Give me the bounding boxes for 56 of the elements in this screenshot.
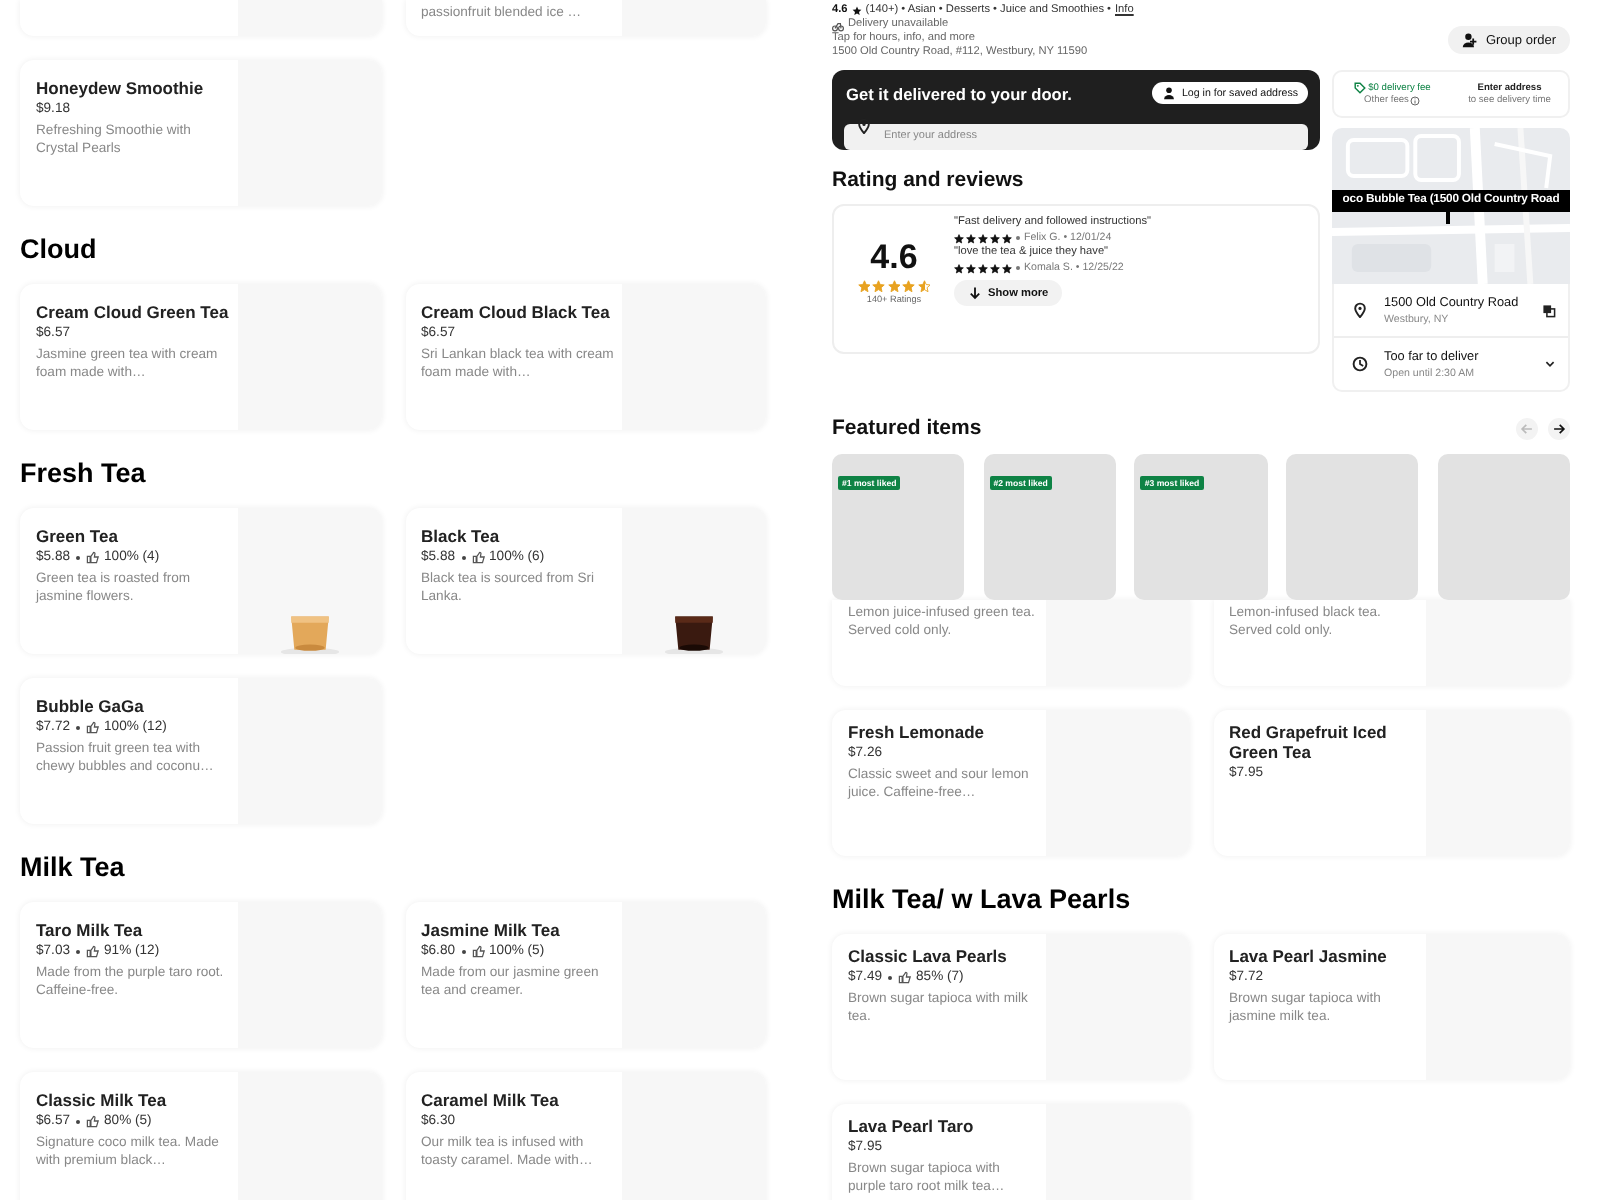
section-heading: Milk Tea/ w Lava Pearls xyxy=(832,882,1133,916)
item-name: Lava Pearl Jasmine xyxy=(1229,946,1389,966)
thumbs-up-icon xyxy=(86,550,101,564)
chevron-down-icon xyxy=(1544,358,1556,370)
thumbs-up-icon xyxy=(471,944,486,958)
section-heading: Fresh Tea xyxy=(20,456,148,490)
featured-item-tile[interactable] xyxy=(1437,454,1570,600)
location-pin-icon xyxy=(1352,302,1368,318)
copy-icon xyxy=(1542,303,1556,317)
rating-score: 4.6 xyxy=(870,237,918,278)
next-button[interactable] xyxy=(1548,418,1570,440)
item-name: Red Grapefruit Iced Green Tea xyxy=(1229,722,1389,762)
item-name: Bubble GaGa xyxy=(36,696,146,716)
thumbs-up-icon xyxy=(86,944,101,958)
tag-icon xyxy=(1354,82,1367,94)
info-icon xyxy=(1410,96,1421,106)
separator-dot xyxy=(76,555,81,559)
arrow-down-icon xyxy=(968,286,982,300)
thumbs-up-icon xyxy=(471,550,486,564)
item-name: Honeydew Smoothie xyxy=(36,78,206,98)
item-name: Classic Milk Tea xyxy=(36,1090,169,1110)
item-name: Classic Lava Pearls xyxy=(848,946,1009,966)
section-heading: Featured items xyxy=(832,416,982,442)
thumbs-up-icon xyxy=(86,720,101,734)
delivery-title: Get it delivered to your door. xyxy=(844,83,1072,103)
arrow-left-icon xyxy=(1520,422,1534,436)
item-name: Caramel Milk Tea xyxy=(421,1090,561,1110)
separator-dot xyxy=(1016,266,1020,270)
separator-dot xyxy=(1016,236,1020,240)
map-marker xyxy=(1446,212,1450,224)
separator-dot xyxy=(76,949,81,953)
section-heading: Rating and reviews xyxy=(832,168,1026,194)
section-heading: Milk Tea xyxy=(20,850,127,884)
separator-dot xyxy=(461,555,466,559)
item-name: Lava Pearl Taro xyxy=(848,1116,976,1136)
star-icon xyxy=(851,6,862,16)
thumbs-up-icon xyxy=(898,970,913,984)
item-name: Green Tea xyxy=(36,526,120,546)
scooter-icon xyxy=(832,19,844,31)
separator-dot xyxy=(888,975,893,979)
item-name: Jasmine Milk Tea xyxy=(421,920,562,940)
item-name: Black Tea xyxy=(421,526,502,546)
item-name: Taro Milk Tea xyxy=(36,920,145,940)
section-heading: Cloud xyxy=(20,232,99,266)
item-name: Fresh Lemonade xyxy=(848,722,987,742)
person-icon xyxy=(1161,86,1176,100)
featured-item-tile[interactable] xyxy=(1286,454,1419,600)
item-name: Cream Cloud Black Tea xyxy=(421,302,612,322)
arrow-right-icon xyxy=(1552,422,1566,436)
clock-icon xyxy=(1352,356,1368,372)
group-icon xyxy=(1461,32,1478,48)
separator-dot xyxy=(76,725,81,729)
thumbs-up-icon xyxy=(86,1114,101,1128)
item-name: Cream Cloud Green Tea xyxy=(36,302,229,322)
separator-dot xyxy=(76,1119,81,1123)
separator-dot xyxy=(461,949,466,953)
